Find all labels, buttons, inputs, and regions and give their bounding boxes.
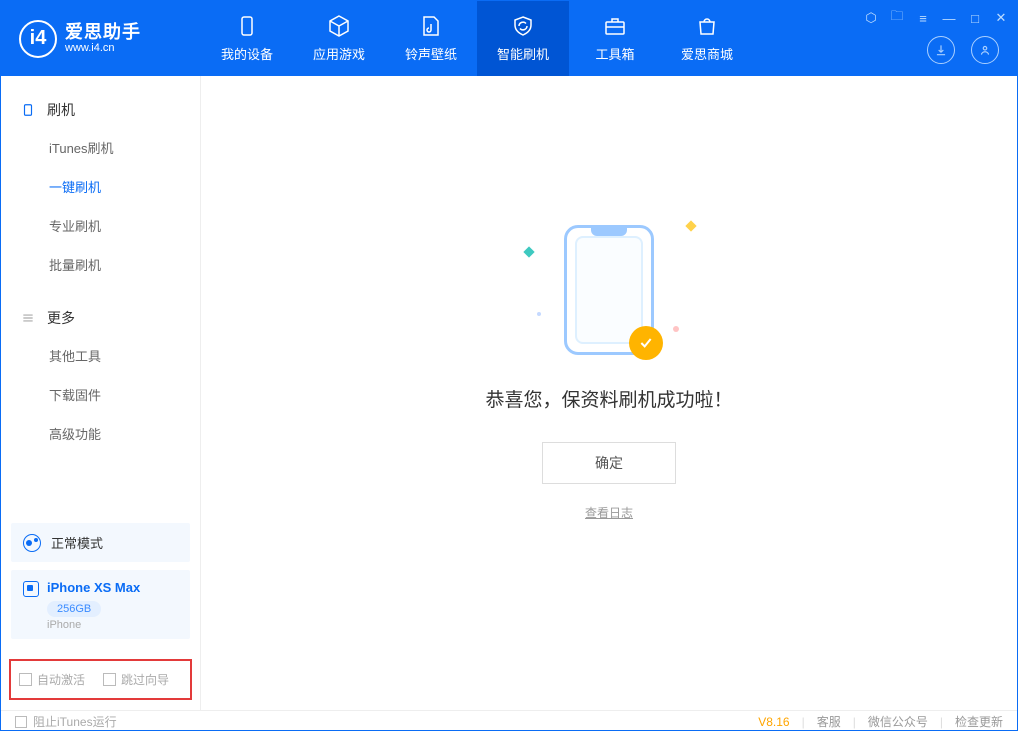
header-action-icons	[927, 36, 999, 64]
sidebar-item-itunes-flash[interactable]: iTunes刷机	[49, 128, 200, 167]
logo-icon: i4	[19, 20, 57, 58]
checkbox-label: 跳过向导	[121, 671, 169, 688]
sidebar: 刷机 iTunes刷机 一键刷机 专业刷机 批量刷机 更多 其他工具 下载固件 …	[1, 76, 201, 710]
download-icon[interactable]	[927, 36, 955, 64]
device-capacity: 256GB	[47, 601, 101, 617]
sidebar-item-advanced[interactable]: 高级功能	[49, 414, 200, 453]
maximize-icon[interactable]: □	[967, 11, 983, 26]
sidebar-item-other-tools[interactable]: 其他工具	[49, 336, 200, 375]
list-icon	[19, 309, 37, 327]
checkbox-skip-guide[interactable]: 跳过向导	[103, 671, 169, 688]
shirt-icon[interactable]: ⬡	[863, 10, 879, 26]
dot-icon	[673, 326, 679, 332]
main-nav: 我的设备 应用游戏 铃声壁纸 智能刷机 工具箱 爱思商城	[201, 1, 753, 76]
checkbox-label: 自动激活	[37, 671, 85, 688]
nav-my-device[interactable]: 我的设备	[201, 1, 293, 76]
checkbox-box-icon	[19, 673, 32, 686]
music-file-icon	[419, 14, 443, 38]
checkbox-auto-activate[interactable]: 自动激活	[19, 671, 85, 688]
nav-apps[interactable]: 应用游戏	[293, 1, 385, 76]
device-name: iPhone XS Max	[47, 580, 140, 595]
checkbox-box-icon[interactable]	[15, 716, 27, 728]
bag-icon	[695, 14, 719, 38]
sidebar-section-more: 更多 其他工具 下载固件 高级功能	[1, 284, 200, 453]
device-icon	[235, 14, 259, 38]
nav-label: 我的设备	[221, 44, 273, 63]
sparkle-icon	[685, 220, 696, 231]
support-link[interactable]: 客服	[817, 713, 841, 730]
nav-label: 铃声壁纸	[405, 44, 457, 63]
sidebar-item-onekey-flash[interactable]: 一键刷机	[49, 167, 200, 206]
section-header-more[interactable]: 更多	[1, 300, 200, 336]
nav-label: 工具箱	[595, 44, 634, 63]
refresh-shield-icon	[511, 14, 535, 38]
cube-icon	[327, 14, 351, 38]
briefcase-icon	[603, 14, 627, 38]
checkmark-badge-icon	[629, 326, 663, 360]
nav-flash[interactable]: 智能刷机	[477, 1, 569, 76]
status-bar: 阻止iTunes运行 V8.16 | 客服 | 微信公众号 | 检查更新	[1, 710, 1017, 732]
main-content: 恭喜您，保资料刷机成功啦！ 确定 查看日志	[201, 76, 1017, 710]
app-header: i4 爱思助手 www.i4.cn 我的设备 应用游戏 铃声壁纸 智能刷机 工具…	[1, 1, 1017, 76]
mode-block[interactable]: 正常模式	[11, 523, 190, 562]
section-title: 刷机	[47, 100, 75, 120]
device-block[interactable]: iPhone XS Max 256GB iPhone	[11, 570, 190, 639]
mode-label: 正常模式	[51, 533, 103, 552]
success-message: 恭喜您，保资料刷机成功啦！	[485, 385, 732, 412]
sidebar-item-batch-flash[interactable]: 批量刷机	[49, 245, 200, 284]
window-controls: ⬡ 🗀 ≡ — □ ✕	[863, 7, 1009, 29]
nav-label: 爱思商城	[681, 44, 733, 63]
user-icon[interactable]	[971, 36, 999, 64]
version-label: V8.16	[758, 715, 789, 729]
nav-label: 应用游戏	[313, 44, 365, 63]
mode-icon	[23, 534, 41, 552]
nav-ringtones[interactable]: 铃声壁纸	[385, 1, 477, 76]
sidebar-item-download-firmware[interactable]: 下载固件	[49, 375, 200, 414]
logo[interactable]: i4 爱思助手 www.i4.cn	[1, 20, 201, 58]
nav-label: 智能刷机	[497, 44, 549, 63]
ok-button[interactable]: 确定	[542, 442, 676, 484]
lock-icon[interactable]: 🗀	[889, 7, 905, 29]
wechat-link[interactable]: 微信公众号	[868, 713, 928, 730]
block-itunes-label[interactable]: 阻止iTunes运行	[33, 713, 117, 730]
section-title: 更多	[47, 308, 75, 328]
close-icon[interactable]: ✕	[993, 10, 1009, 26]
logo-url: www.i4.cn	[65, 42, 141, 54]
sidebar-item-pro-flash[interactable]: 专业刷机	[49, 206, 200, 245]
check-update-link[interactable]: 检查更新	[955, 713, 1003, 730]
checkbox-box-icon	[103, 673, 116, 686]
sparkle-icon	[523, 246, 534, 257]
logo-text: 爱思助手 www.i4.cn	[65, 23, 141, 55]
device-type: iPhone	[47, 619, 81, 631]
options-row: 自动激活 跳过向导	[9, 659, 192, 700]
view-log-link[interactable]: 查看日志	[585, 504, 633, 521]
nav-store[interactable]: 爱思商城	[661, 1, 753, 76]
logo-cn: 爱思助手	[65, 23, 141, 43]
minimize-icon[interactable]: —	[941, 11, 957, 26]
phone-notch-icon	[591, 228, 627, 236]
phone-illustration	[564, 225, 654, 355]
dot-icon	[537, 312, 541, 316]
nav-toolbox[interactable]: 工具箱	[569, 1, 661, 76]
section-header-flash[interactable]: 刷机	[1, 92, 200, 128]
sidebar-section-flash: 刷机 iTunes刷机 一键刷机 专业刷机 批量刷机	[1, 76, 200, 284]
menu-icon[interactable]: ≡	[915, 11, 931, 26]
phone-icon	[19, 101, 37, 119]
